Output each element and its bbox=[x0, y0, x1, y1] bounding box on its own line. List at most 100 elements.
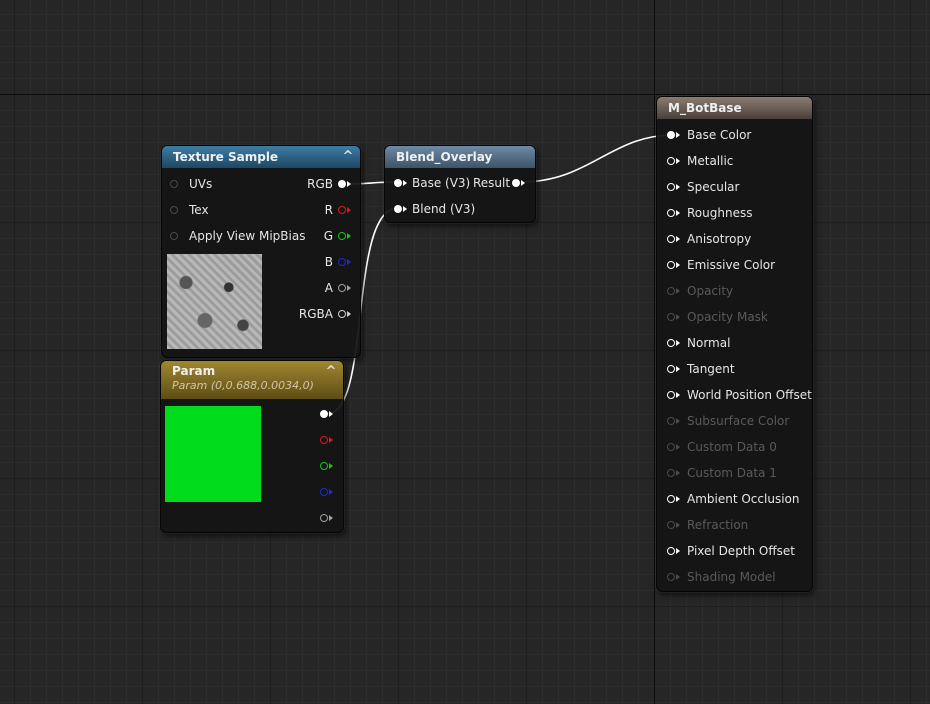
input-pin-circle-icon[interactable] bbox=[667, 287, 675, 295]
output-pin-result[interactable] bbox=[512, 179, 520, 187]
blend-overlay-node[interactable]: Blend_Overlay Base (V3) Result Blend (V3… bbox=[384, 145, 536, 223]
material-input-label: Metallic bbox=[687, 154, 734, 168]
output-pin-g-label: G bbox=[323, 229, 333, 243]
output-pin-label: Result bbox=[473, 176, 511, 190]
input-pin-circle-icon[interactable] bbox=[667, 391, 675, 399]
material-input-roughness[interactable]: Roughness bbox=[667, 203, 752, 223]
input-pin-circle-icon[interactable] bbox=[667, 261, 675, 269]
material-input-metallic[interactable]: Metallic bbox=[667, 151, 733, 171]
material-input-emissive-color[interactable]: Emissive Color bbox=[667, 255, 775, 275]
material-result-node[interactable]: M_BotBase Base Color Metallic Specular Roug… bbox=[656, 96, 813, 592]
material-input-ambient-occlusion[interactable]: Ambient Occlusion bbox=[667, 489, 799, 509]
output-pin-rgb-label: RGB bbox=[307, 177, 333, 191]
input-pin-label: Tex bbox=[189, 203, 209, 217]
pin-arrow-icon bbox=[347, 181, 351, 187]
input-pin-circle-icon[interactable] bbox=[667, 521, 675, 529]
output-pin-b[interactable] bbox=[338, 258, 346, 266]
material-input-refraction[interactable]: Refraction bbox=[667, 515, 748, 535]
param-node[interactable]: Param Param (0,0.688,0.0034,0) ^ bbox=[160, 360, 344, 533]
material-input-subsurface-color[interactable]: Subsurface Color bbox=[667, 411, 789, 431]
pin-arrow-icon bbox=[676, 444, 680, 450]
blend-overlay-header[interactable]: Blend_Overlay bbox=[385, 146, 535, 168]
input-pin-circle-icon[interactable] bbox=[667, 495, 675, 503]
output-pin-rgb[interactable] bbox=[320, 410, 328, 418]
output-pin-a[interactable] bbox=[338, 284, 346, 292]
output-pin-rgb[interactable] bbox=[338, 180, 346, 188]
material-input-label: Shading Model bbox=[687, 570, 776, 584]
output-pin-rgba[interactable] bbox=[338, 310, 346, 318]
input-pin-circle-icon[interactable] bbox=[667, 365, 675, 373]
output-pin-r[interactable] bbox=[338, 206, 346, 214]
pin-arrow-icon bbox=[521, 180, 525, 186]
wire-result-to-basecolor[interactable] bbox=[520, 134, 675, 183]
pin-arrow-icon bbox=[329, 489, 333, 495]
pin-arrow-icon bbox=[676, 236, 680, 242]
material-result-header[interactable]: M_BotBase bbox=[657, 97, 812, 119]
input-pin-blend[interactable] bbox=[394, 205, 402, 213]
input-pin-label: Apply View MipBias bbox=[189, 229, 306, 243]
input-pin-circle-icon[interactable] bbox=[667, 547, 675, 555]
input-pin-circle-icon[interactable] bbox=[667, 313, 675, 321]
input-pin-circle-icon[interactable] bbox=[667, 183, 675, 191]
input-pin-circle-icon[interactable] bbox=[667, 235, 675, 243]
input-pin-label: Base (V3) bbox=[412, 176, 471, 190]
pin-arrow-icon bbox=[676, 366, 680, 372]
pin-circle-icon[interactable] bbox=[170, 180, 178, 188]
texture-sample-header[interactable]: Texture Sample ^ bbox=[162, 146, 360, 168]
material-input-label: Specular bbox=[687, 180, 740, 194]
collapse-chevron-up-icon[interactable]: ^ bbox=[323, 364, 339, 379]
input-pin-circle-icon[interactable] bbox=[667, 469, 675, 477]
material-input-opacity-mask[interactable]: Opacity Mask bbox=[667, 307, 768, 327]
material-input-label: Pixel Depth Offset bbox=[687, 544, 795, 558]
param-title: Param bbox=[172, 364, 216, 378]
pin-arrow-icon bbox=[676, 158, 680, 164]
material-input-custom-data-0[interactable]: Custom Data 0 bbox=[667, 437, 777, 457]
input-pin-apply-view-mipbias[interactable]: Apply View MipBias bbox=[170, 226, 305, 246]
input-pin-base[interactable] bbox=[394, 179, 402, 187]
material-input-label: Subsurface Color bbox=[687, 414, 790, 428]
collapse-chevron-up-icon[interactable]: ^ bbox=[340, 146, 356, 168]
material-input-base-color[interactable]: Base Color bbox=[667, 125, 751, 145]
pin-arrow-icon bbox=[329, 515, 333, 521]
blend-overlay-title: Blend_Overlay bbox=[396, 150, 493, 164]
output-pin-r[interactable] bbox=[320, 436, 328, 444]
input-pin-uvs[interactable]: UVs bbox=[170, 174, 212, 194]
pin-arrow-icon bbox=[329, 437, 333, 443]
param-color-swatch bbox=[165, 406, 261, 502]
input-pin-circle-icon[interactable] bbox=[667, 209, 675, 217]
material-input-label: Base Color bbox=[687, 128, 752, 142]
material-input-tangent[interactable]: Tangent bbox=[667, 359, 735, 379]
material-input-custom-data-1[interactable]: Custom Data 1 bbox=[667, 463, 777, 483]
output-pin-g[interactable] bbox=[338, 232, 346, 240]
input-pin-circle-icon[interactable] bbox=[667, 131, 675, 139]
material-input-label: Opacity Mask bbox=[687, 310, 768, 324]
input-pin-circle-icon[interactable] bbox=[667, 443, 675, 451]
material-input-world-position-offset[interactable]: World Position Offset bbox=[667, 385, 812, 405]
pin-circle-icon[interactable] bbox=[170, 232, 178, 240]
texture-sample-node[interactable]: Texture Sample ^ UVs Tex Apply View MipB… bbox=[161, 145, 361, 358]
pin-arrow-icon bbox=[676, 210, 680, 216]
output-pin-b[interactable] bbox=[320, 488, 328, 496]
output-pin-b-label: B bbox=[324, 255, 333, 269]
pin-arrow-icon bbox=[347, 259, 351, 265]
output-pin-a[interactable] bbox=[320, 514, 328, 522]
material-input-shading-model[interactable]: Shading Model bbox=[667, 567, 776, 587]
material-input-normal[interactable]: Normal bbox=[667, 333, 730, 353]
input-pin-circle-icon[interactable] bbox=[667, 417, 675, 425]
output-pin-g[interactable] bbox=[320, 462, 328, 470]
material-input-pixel-depth-offset[interactable]: Pixel Depth Offset bbox=[667, 541, 795, 561]
input-pin-circle-icon[interactable] bbox=[667, 157, 675, 165]
pin-circle-icon[interactable] bbox=[170, 206, 178, 214]
pin-arrow-icon bbox=[676, 184, 680, 190]
input-pin-tex[interactable]: Tex bbox=[170, 200, 209, 220]
material-input-specular[interactable]: Specular bbox=[667, 177, 739, 197]
pin-arrow-icon bbox=[676, 522, 680, 528]
input-pin-circle-icon[interactable] bbox=[667, 339, 675, 347]
param-header[interactable]: Param Param (0,0.688,0.0034,0) ^ bbox=[161, 361, 343, 399]
material-input-opacity[interactable]: Opacity bbox=[667, 281, 733, 301]
material-input-anisotropy[interactable]: Anisotropy bbox=[667, 229, 751, 249]
pin-arrow-icon bbox=[676, 340, 680, 346]
texture-sample-title: Texture Sample bbox=[173, 150, 279, 164]
input-pin-circle-icon[interactable] bbox=[667, 573, 675, 581]
material-title: M_BotBase bbox=[668, 101, 742, 115]
